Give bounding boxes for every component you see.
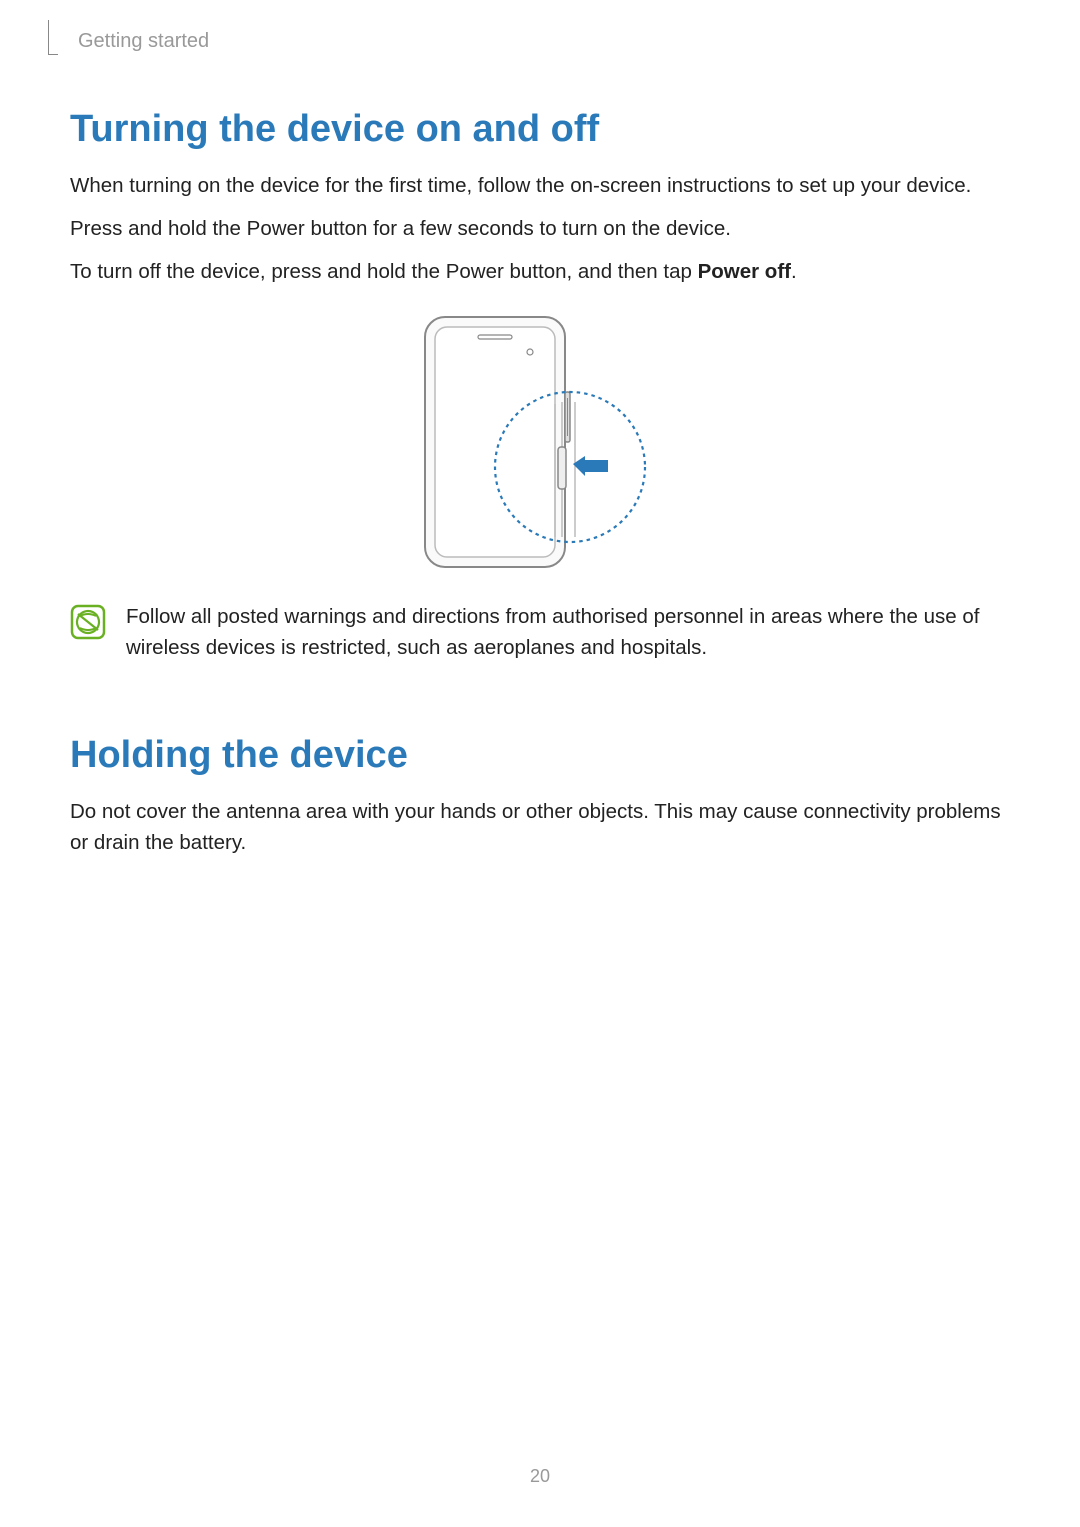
document-page: Getting started Turning the device on an… <box>0 0 1080 1527</box>
breadcrumb: Getting started <box>78 30 1010 53</box>
text: To turn off the device, press and hold t… <box>70 260 698 283</box>
section-title-turning-on: Turning the device on and off <box>70 108 1010 151</box>
corner-mark <box>48 20 58 55</box>
paragraph: Press and hold the Power button for a fe… <box>70 214 1010 245</box>
text: . <box>791 260 797 283</box>
text-bold: Power off <box>698 260 791 283</box>
paragraph: To turn off the device, press and hold t… <box>70 257 1010 288</box>
note-block: Follow all posted warnings and direction… <box>70 602 1010 664</box>
device-figure <box>70 312 1010 572</box>
section-title-holding: Holding the device <box>70 734 1010 777</box>
paragraph: Do not cover the antenna area with your … <box>70 797 1010 859</box>
note-icon <box>70 604 106 640</box>
arrow-left-icon <box>573 456 608 476</box>
page-number: 20 <box>530 1466 550 1487</box>
phone-power-button-illustration <box>400 312 680 572</box>
paragraph: When turning on the device for the first… <box>70 171 1010 202</box>
note-text: Follow all posted warnings and direction… <box>126 602 1010 664</box>
